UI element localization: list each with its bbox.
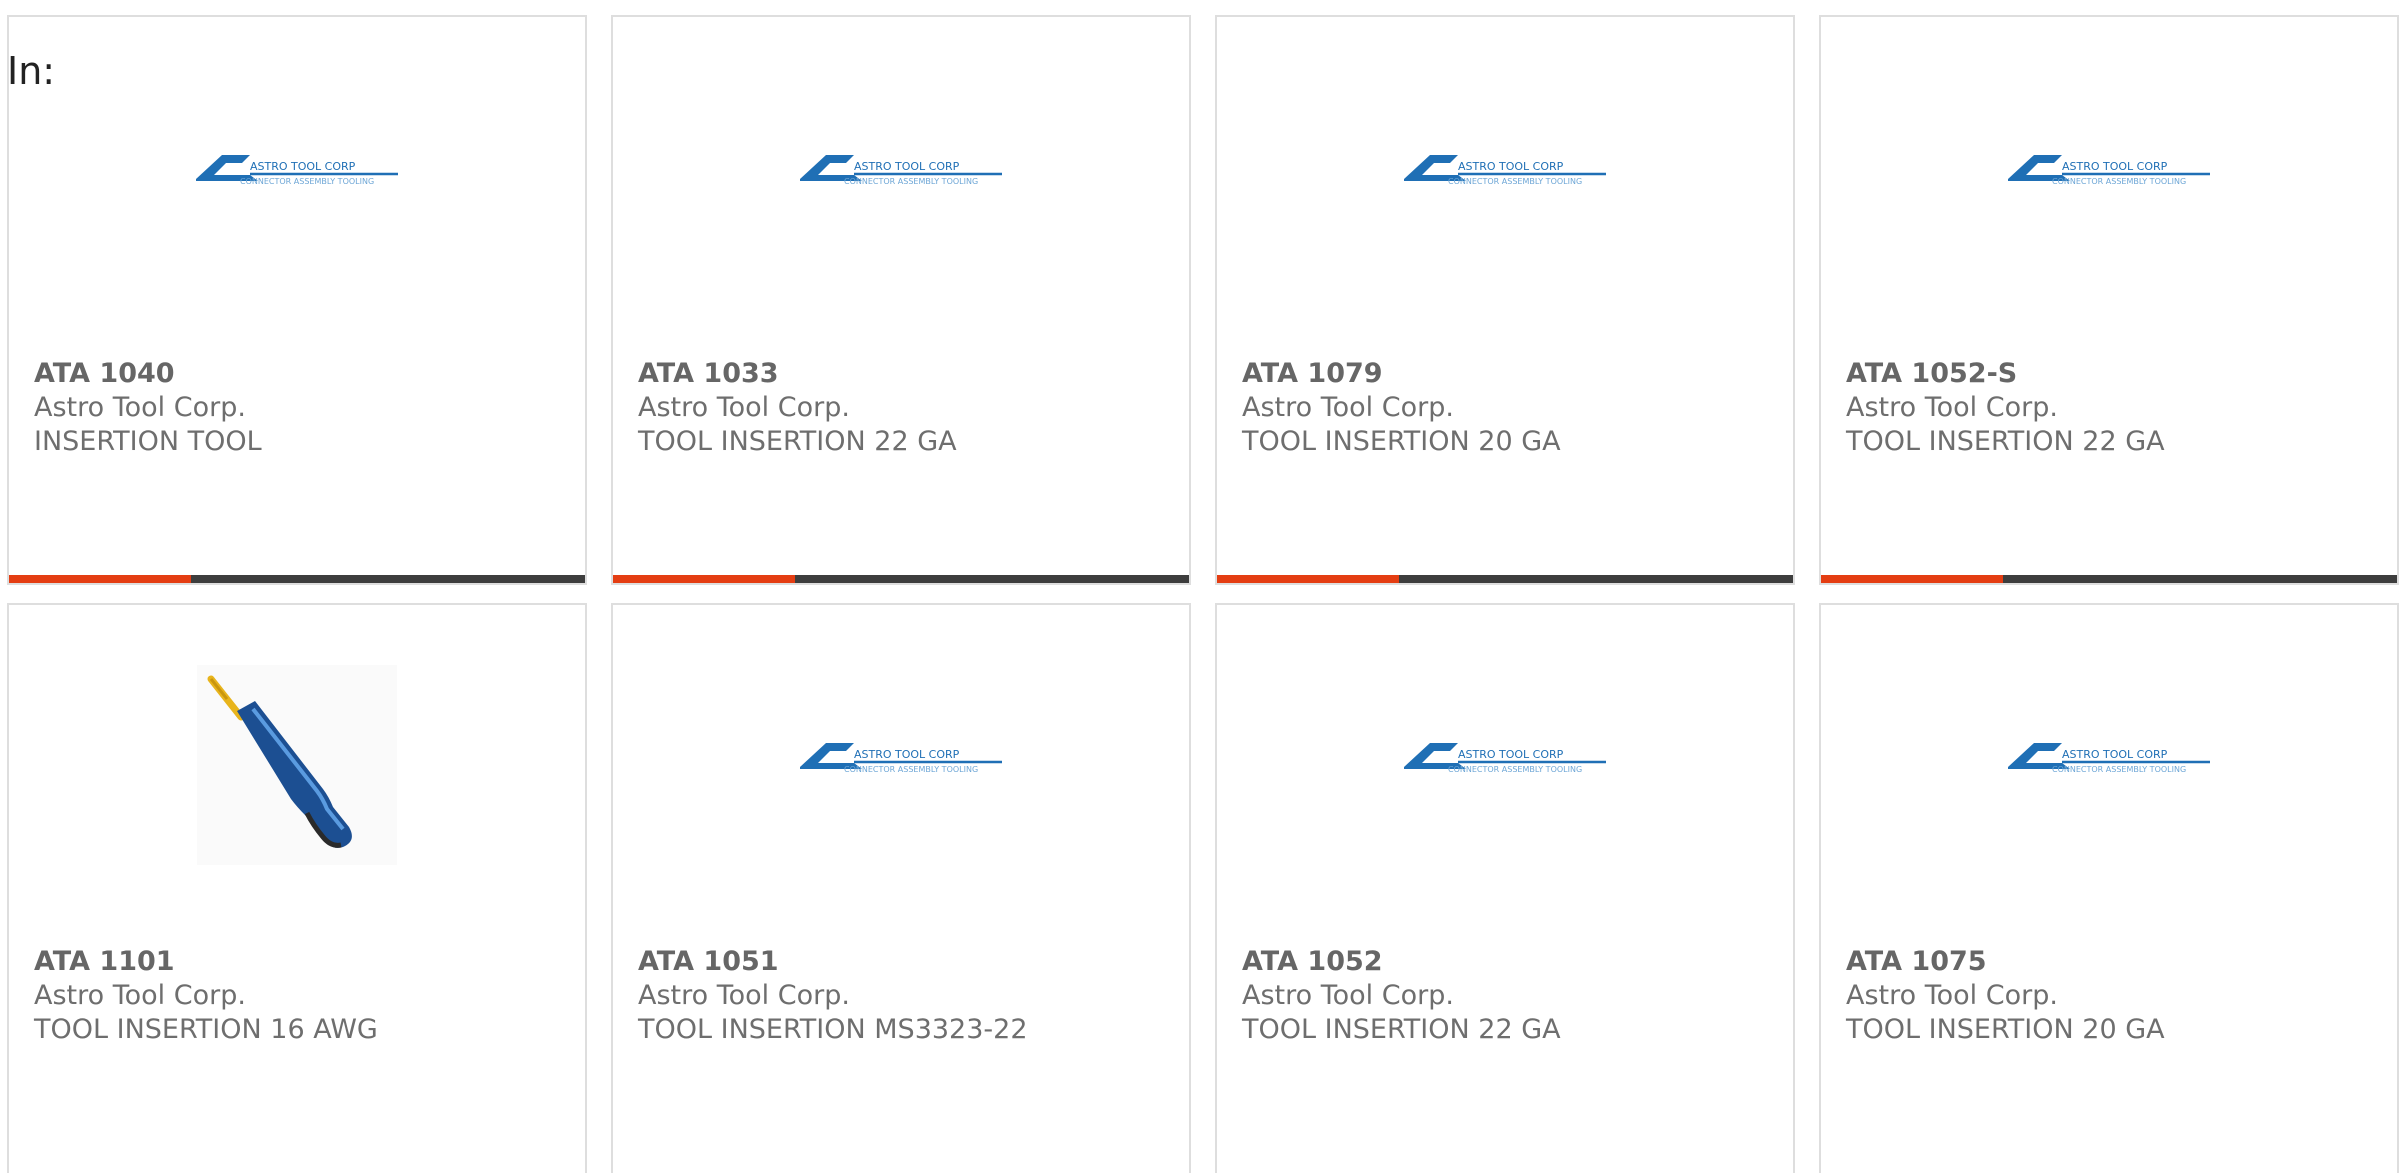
description: TOOL INSERTION 22 GA — [638, 426, 957, 457]
product-card[interactable]: ASTRO TOOL CORP CONNECTOR ASSEMBLY TOOLI… — [611, 15, 1191, 585]
product-image[interactable]: ASTRO TOOL CORP CONNECTOR ASSEMBLY TOOLI… — [1821, 77, 2397, 277]
svg-text:CONNECTOR ASSEMBLY TOOLING: CONNECTOR ASSEMBLY TOOLING — [240, 177, 374, 186]
card-accent-bar — [1217, 575, 1399, 583]
svg-text:ASTRO TOOL CORP: ASTRO TOOL CORP — [250, 160, 356, 173]
svg-text:ASTRO TOOL CORP: ASTRO TOOL CORP — [2062, 160, 2168, 173]
manufacturer: Astro Tool Corp. — [1846, 392, 2058, 423]
description: TOOL INSERTION 22 GA — [1242, 1014, 1561, 1045]
astro-tool-logo: ASTRO TOOL CORP CONNECTOR ASSEMBLY TOOLI… — [2008, 155, 2210, 186]
svg-text:CONNECTOR ASSEMBLY TOOLING: CONNECTOR ASSEMBLY TOOLING — [844, 765, 978, 774]
card-footer-bar — [613, 575, 1189, 583]
product-image[interactable] — [9, 665, 585, 865]
card-footer-bar — [1821, 575, 2397, 583]
part-number[interactable]: ATA 1040 — [34, 357, 262, 391]
card-accent-bar — [1821, 575, 2003, 583]
svg-text:ASTRO TOOL CORP: ASTRO TOOL CORP — [1458, 160, 1564, 173]
description: INSERTION TOOL — [34, 426, 262, 457]
manufacturer: Astro Tool Corp. — [638, 980, 850, 1011]
svg-text:CONNECTOR ASSEMBLY TOOLING: CONNECTOR ASSEMBLY TOOLING — [1448, 177, 1582, 186]
product-info: ATA 1079 Astro Tool Corp. TOOL INSERTION… — [1242, 357, 1561, 459]
part-number[interactable]: ATA 1075 — [1846, 945, 2165, 979]
description: TOOL INSERTION 22 GA — [1846, 426, 2165, 457]
astro-tool-logo: ASTRO TOOL CORP CONNECTOR ASSEMBLY TOOLI… — [196, 155, 398, 186]
part-number[interactable]: ATA 1079 — [1242, 357, 1561, 391]
product-image[interactable]: ASTRO TOOL CORP CONNECTOR ASSEMBLY TOOLI… — [1217, 665, 1793, 865]
product-card[interactable]: ASTRO TOOL CORP CONNECTOR ASSEMBLY TOOLI… — [611, 603, 1191, 1173]
product-image[interactable]: ASTRO TOOL CORP CONNECTOR ASSEMBLY TOOLI… — [9, 77, 585, 277]
product-card[interactable]: ASTRO TOOL CORP CONNECTOR ASSEMBLY TOOLI… — [1819, 603, 2399, 1173]
description: TOOL INSERTION MS3323-22 — [638, 1014, 1028, 1045]
product-info: ATA 1033 Astro Tool Corp. TOOL INSERTION… — [638, 357, 957, 459]
part-number[interactable]: ATA 1051 — [638, 945, 1028, 979]
description: TOOL INSERTION 20 GA — [1846, 1014, 2165, 1045]
svg-text:ASTRO TOOL CORP: ASTRO TOOL CORP — [2062, 748, 2168, 761]
product-info: ATA 1052-S Astro Tool Corp. TOOL INSERTI… — [1846, 357, 2165, 459]
svg-text:ASTRO TOOL CORP: ASTRO TOOL CORP — [854, 748, 960, 761]
svg-text:ASTRO TOOL CORP: ASTRO TOOL CORP — [1458, 748, 1564, 761]
svg-text:CONNECTOR ASSEMBLY TOOLING: CONNECTOR ASSEMBLY TOOLING — [2052, 177, 2186, 186]
manufacturer: Astro Tool Corp. — [1242, 980, 1454, 1011]
product-info: ATA 1051 Astro Tool Corp. TOOL INSERTION… — [638, 945, 1028, 1047]
part-number[interactable]: ATA 1052-S — [1846, 357, 2165, 391]
product-image[interactable]: ASTRO TOOL CORP CONNECTOR ASSEMBLY TOOLI… — [613, 77, 1189, 277]
astro-tool-logo: ASTRO TOOL CORP CONNECTOR ASSEMBLY TOOLI… — [800, 155, 1002, 186]
product-info: ATA 1040 Astro Tool Corp. INSERTION TOOL — [34, 357, 262, 459]
description: TOOL INSERTION 20 GA — [1242, 426, 1561, 457]
product-grid: ASTRO TOOL CORP CONNECTOR ASSEMBLY TOOLI… — [7, 15, 2400, 1173]
astro-tool-logo: ASTRO TOOL CORP CONNECTOR ASSEMBLY TOOLI… — [2008, 743, 2210, 774]
part-number[interactable]: ATA 1052 — [1242, 945, 1561, 979]
astro-tool-logo: ASTRO TOOL CORP CONNECTOR ASSEMBLY TOOLI… — [800, 743, 1002, 774]
card-footer-bar — [9, 575, 585, 583]
svg-text:ASTRO TOOL CORP: ASTRO TOOL CORP — [854, 160, 960, 173]
filter-label: In: — [7, 49, 56, 93]
insertion-tool-icon — [197, 665, 397, 865]
part-number[interactable]: ATA 1033 — [638, 357, 957, 391]
product-info: ATA 1075 Astro Tool Corp. TOOL INSERTION… — [1846, 945, 2165, 1047]
product-info: ATA 1101 Astro Tool Corp. TOOL INSERTION… — [34, 945, 378, 1047]
product-image[interactable]: ASTRO TOOL CORP CONNECTOR ASSEMBLY TOOLI… — [1821, 665, 2397, 865]
product-info: ATA 1052 Astro Tool Corp. TOOL INSERTION… — [1242, 945, 1561, 1047]
astro-tool-logo: ASTRO TOOL CORP CONNECTOR ASSEMBLY TOOLI… — [1404, 743, 1606, 774]
svg-text:CONNECTOR ASSEMBLY TOOLING: CONNECTOR ASSEMBLY TOOLING — [844, 177, 978, 186]
part-number[interactable]: ATA 1101 — [34, 945, 378, 979]
card-accent-bar — [9, 575, 191, 583]
manufacturer: Astro Tool Corp. — [638, 392, 850, 423]
product-card[interactable]: ASTRO TOOL CORP CONNECTOR ASSEMBLY TOOLI… — [1819, 15, 2399, 585]
manufacturer: Astro Tool Corp. — [1242, 392, 1454, 423]
product-card[interactable]: ASTRO TOOL CORP CONNECTOR ASSEMBLY TOOLI… — [1215, 603, 1795, 1173]
product-image[interactable]: ASTRO TOOL CORP CONNECTOR ASSEMBLY TOOLI… — [1217, 77, 1793, 277]
description: TOOL INSERTION 16 AWG — [34, 1014, 378, 1045]
product-card[interactable]: ASTRO TOOL CORP CONNECTOR ASSEMBLY TOOLI… — [1215, 15, 1795, 585]
manufacturer: Astro Tool Corp. — [1846, 980, 2058, 1011]
astro-tool-logo: ASTRO TOOL CORP CONNECTOR ASSEMBLY TOOLI… — [1404, 155, 1606, 186]
product-card[interactable]: ATA 1101 Astro Tool Corp. TOOL INSERTION… — [7, 603, 587, 1173]
card-accent-bar — [613, 575, 795, 583]
svg-text:CONNECTOR ASSEMBLY TOOLING: CONNECTOR ASSEMBLY TOOLING — [1448, 765, 1582, 774]
svg-text:CONNECTOR ASSEMBLY TOOLING: CONNECTOR ASSEMBLY TOOLING — [2052, 765, 2186, 774]
manufacturer: Astro Tool Corp. — [34, 980, 246, 1011]
card-footer-bar — [1217, 575, 1793, 583]
product-image[interactable]: ASTRO TOOL CORP CONNECTOR ASSEMBLY TOOLI… — [613, 665, 1189, 865]
product-card[interactable]: ASTRO TOOL CORP CONNECTOR ASSEMBLY TOOLI… — [7, 15, 587, 585]
manufacturer: Astro Tool Corp. — [34, 392, 246, 423]
